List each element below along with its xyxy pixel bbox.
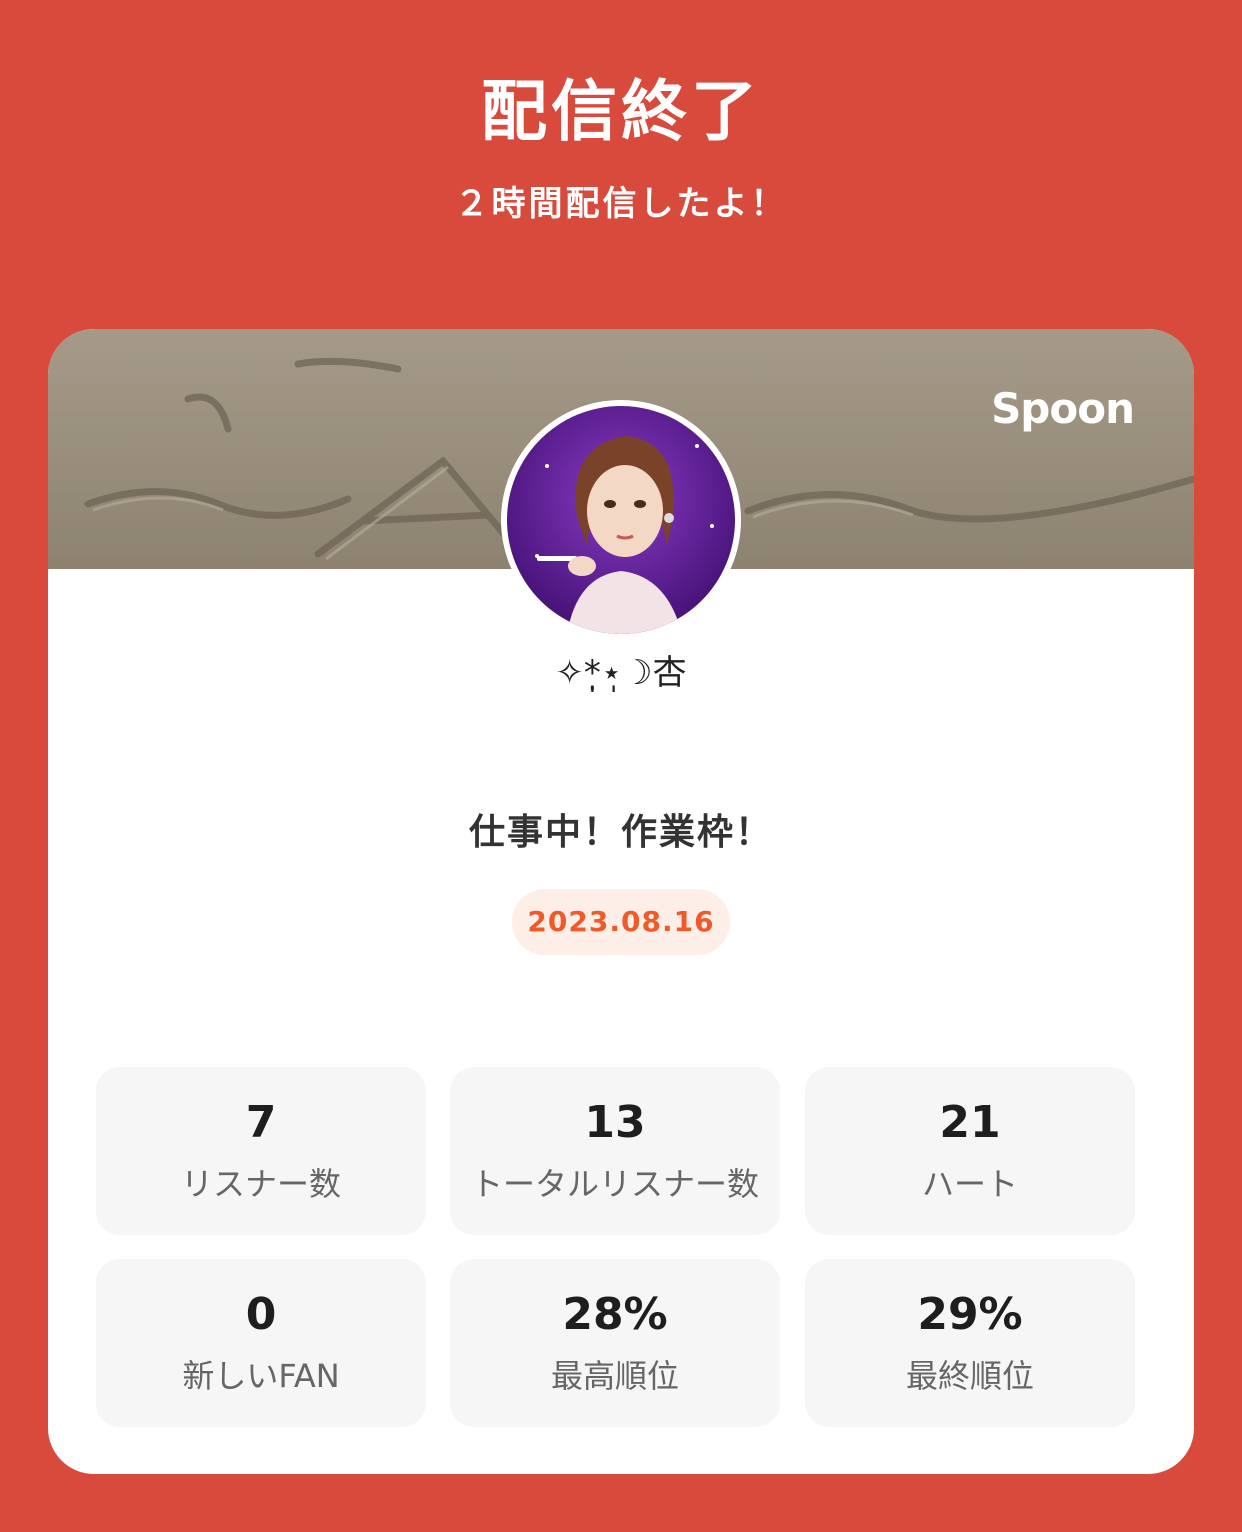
stat-final-rank: 29% 最終順位 [805, 1259, 1135, 1427]
stat-value: 21 [939, 1097, 1001, 1148]
stat-hearts: 21 ハート [805, 1067, 1135, 1235]
page-subtitle: ２時間配信したよ！ [454, 184, 788, 224]
stat-value: 13 [584, 1097, 646, 1148]
spoon-logo: Spoon [991, 384, 1135, 433]
stat-label: リスナー数 [180, 1165, 341, 1203]
date-badge: 2023.08.16 [512, 889, 730, 955]
stat-value: 28% [562, 1289, 668, 1340]
stat-new-fans: 0 新しいFAN [96, 1259, 426, 1427]
stat-value: 7 [245, 1097, 277, 1148]
stat-label: ハート [921, 1165, 1018, 1203]
page-title: 配信終了 [481, 73, 761, 150]
stat-value: 29% [917, 1289, 1023, 1340]
stat-listeners: 7 リスナー数 [96, 1067, 426, 1235]
stat-label: 最終順位 [905, 1357, 1034, 1395]
dj-name[interactable]: ✧*̣̩⋆̩☽杏 [48, 651, 1194, 695]
stat-label: 最高順位 [550, 1357, 679, 1395]
live-title: 仕事中！作業枠！ [468, 812, 773, 853]
stat-value: 0 [245, 1289, 277, 1340]
stat-best-rank: 28% 最高順位 [450, 1259, 780, 1427]
stat-label: 新しいFAN [182, 1357, 340, 1395]
avatar[interactable] [501, 400, 741, 640]
live-result-card: AN Spoon [48, 329, 1194, 1474]
stat-label: トータルリスナー数 [470, 1165, 759, 1203]
stat-total-listeners: 13 トータルリスナー数 [450, 1067, 780, 1235]
